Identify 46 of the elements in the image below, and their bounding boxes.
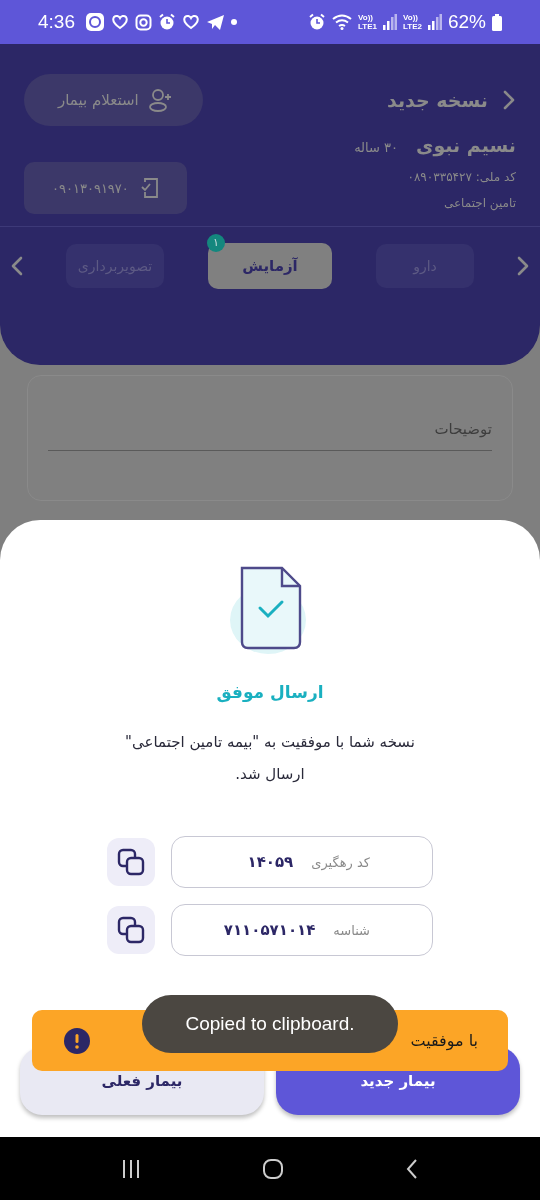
recent-apps-icon[interactable] [120, 1158, 141, 1179]
heart-icon [111, 14, 129, 30]
code-field: کد رهگیری ۱۴۰۵۹ [171, 836, 433, 888]
signal-icon [427, 14, 442, 30]
clock: 4:36 [38, 11, 75, 33]
network-label: LTE2 [403, 22, 422, 31]
notes-field[interactable]: توضیحات [27, 375, 513, 501]
warning-icon [64, 1027, 90, 1054]
count-badge: ۱ [207, 234, 225, 252]
alarm-icon [308, 13, 327, 31]
patient-age: ۳۰ ساله [354, 140, 399, 155]
patient-inquiry-button[interactable]: استعلام بیمار [24, 74, 203, 126]
app-icon [85, 12, 105, 32]
network-label: Vo)) [403, 13, 419, 22]
add-user-icon [148, 88, 173, 112]
phone-button[interactable]: ۰۹۰۱۳۰۹۱۹۷۰ [24, 162, 187, 214]
copy-icon [117, 848, 145, 876]
snackbar-message: با موفقیت [410, 1031, 478, 1050]
next-icon[interactable] [516, 255, 530, 277]
network-label: LTE1 [358, 22, 377, 31]
patient-name: نسیم نبوی [416, 134, 516, 156]
send-icon [206, 13, 225, 31]
phone-check-icon [140, 177, 159, 199]
copy-icon [117, 916, 145, 944]
copy-button[interactable] [107, 906, 155, 954]
network-label: Vo)) [358, 13, 374, 22]
toast-message: Copied to clipboard. [185, 1013, 355, 1035]
back-icon[interactable] [405, 1157, 420, 1180]
success-title: ارسال موفق [216, 682, 324, 702]
page-title: نسخه جدید [386, 89, 488, 111]
previous-icon[interactable] [10, 255, 24, 277]
wifi-icon [332, 14, 353, 30]
insurance-name: تامین اجتماعی [442, 196, 516, 210]
camera-icon [135, 13, 152, 31]
alarm-icon [158, 13, 176, 31]
success-message: نسخه شما با موفقیت به "بیمه تامین اجتماعی" ارسال شد. [124, 732, 416, 785]
home-icon[interactable] [262, 1157, 284, 1180]
dot-icon [231, 19, 237, 25]
national-id: کد ملی: ۰۸۹۰۳۳۵۴۲۷ [407, 170, 516, 184]
notes-input[interactable]: توضیحات [48, 416, 492, 451]
heart-icon [182, 14, 200, 30]
signal-icon [383, 14, 397, 30]
code-field: شناسه ۷۱۱۰۵۷۱۰۱۴ [171, 904, 433, 956]
battery-percent: 62% [447, 11, 486, 33]
battery-icon [492, 13, 502, 31]
copy-button[interactable] [107, 838, 155, 886]
